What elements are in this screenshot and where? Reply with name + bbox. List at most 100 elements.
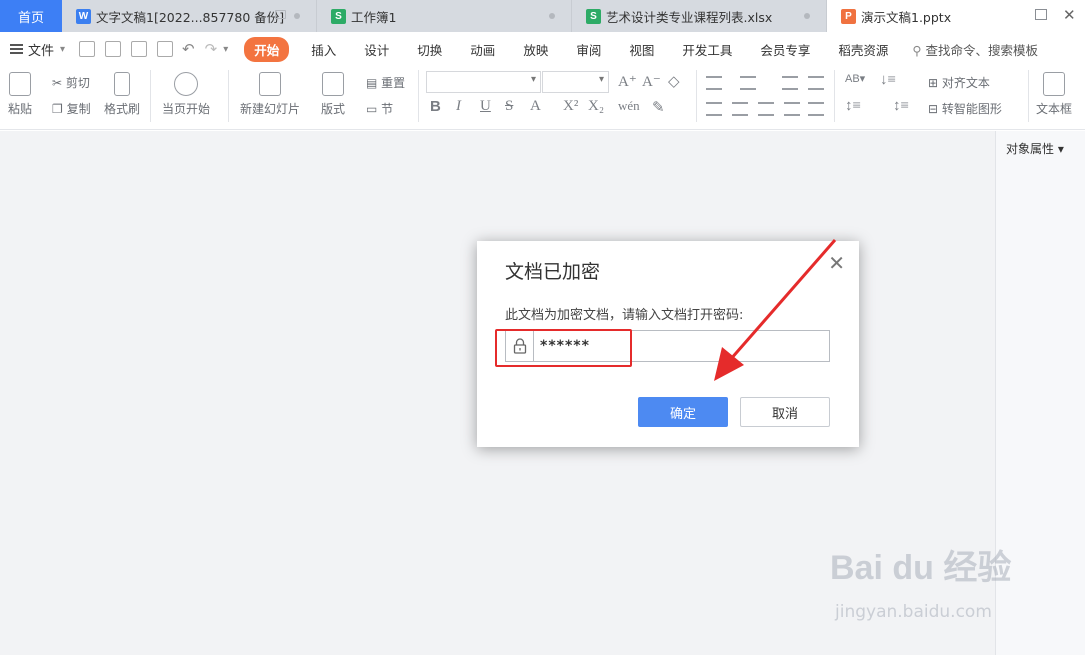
hamburger-icon — [10, 44, 23, 54]
menu-animation[interactable]: 动画 — [456, 40, 509, 59]
ribbon-divider — [150, 70, 151, 122]
play-icon — [174, 72, 198, 96]
menu-slideshow[interactable]: 放映 — [509, 40, 562, 59]
menu-design[interactable]: 设计 — [350, 40, 403, 59]
bullet-list-icon[interactable] — [706, 76, 722, 90]
file-menu[interactable]: 文件 ▾ — [0, 40, 65, 59]
ribbon-divider — [696, 70, 697, 122]
textbox-icon — [1043, 72, 1065, 96]
ribbon-divider — [228, 70, 229, 122]
textbox-button[interactable]: 文本框 — [1036, 72, 1072, 117]
align-text-icon: ⊞ — [928, 76, 939, 90]
preview-icon[interactable] — [157, 41, 174, 57]
clipboard-icon — [9, 72, 31, 96]
save-icon[interactable] — [79, 41, 96, 57]
tab-presentation[interactable]: P 演示文稿1.pptx ✕ — [827, 0, 1085, 32]
reset-label: 重置 — [381, 76, 406, 90]
copy-button[interactable]: ❐ 复制 — [52, 100, 91, 117]
align-center-icon[interactable] — [732, 102, 748, 116]
annotation-arrow — [714, 239, 837, 381]
align-text-button[interactable]: ⊞ 对齐文本 — [928, 74, 990, 91]
smart-shape-button[interactable]: ⊟ 转智能图形 — [928, 100, 1002, 117]
menu-developer[interactable]: 开发工具 — [668, 40, 746, 59]
bold-icon[interactable]: B — [430, 98, 441, 115]
tab-bar: 首页 W 文字文稿1[2022...857780 备份] S 工作簿1 S 艺术… — [0, 0, 1085, 32]
chevron-down-icon: ▾ — [60, 43, 66, 55]
play-from-current-button[interactable]: 当页开始 — [162, 72, 210, 117]
reset-button[interactable]: ▤ 重置 — [366, 74, 405, 91]
undo-icon[interactable]: ↶ — [182, 40, 195, 58]
command-search[interactable]: ⚲ 查找命令、搜索模板 — [912, 40, 1038, 59]
writer-file-icon: W — [76, 8, 91, 24]
tab-writer-doc-label: 文字文稿1[2022...857780 备份] — [96, 9, 285, 25]
font-size-select[interactable] — [542, 71, 609, 93]
menu-docer[interactable]: 稻壳资源 — [824, 40, 902, 59]
superscript-icon[interactable]: X² — [563, 98, 578, 115]
menu-insert[interactable]: 插入 — [297, 40, 350, 59]
export-icon[interactable] — [105, 41, 122, 57]
align-left-icon[interactable] — [706, 102, 722, 116]
underline-icon[interactable]: U — [480, 98, 491, 115]
ribbon-divider — [834, 70, 835, 122]
text-direction-icon[interactable]: AB▾ — [845, 72, 865, 85]
object-properties-label: 对象属性 — [1006, 142, 1055, 156]
menu-view[interactable]: 视图 — [615, 40, 668, 59]
paste-button[interactable]: 粘贴 — [8, 72, 32, 117]
cancel-button[interactable]: 取消 — [740, 397, 830, 427]
print-icon[interactable] — [131, 41, 148, 57]
justify-icon[interactable] — [784, 102, 800, 116]
paragraph-spacing-icon[interactable]: ↕≡ — [893, 98, 909, 115]
section-button[interactable]: ▭ 节 — [366, 100, 393, 117]
layout-button[interactable]: 版式 — [321, 72, 345, 117]
copy-label: 复制 — [66, 102, 91, 116]
customize-chevron-icon[interactable]: ▾ — [223, 44, 228, 55]
align-right-icon[interactable] — [758, 102, 774, 116]
restore-window-icon[interactable] — [1035, 9, 1047, 20]
close-tab-icon[interactable]: ✕ — [1063, 6, 1076, 24]
highlight-icon[interactable]: ✎ — [652, 98, 665, 117]
tab-xlsx-label: 艺术设计类专业课程列表.xlsx — [606, 9, 773, 25]
tab-home[interactable]: 首页 — [0, 0, 62, 32]
decrease-indent-icon[interactable] — [782, 76, 798, 90]
numbered-list-icon[interactable] — [740, 76, 756, 90]
ribbon-divider — [418, 70, 419, 122]
format-painter-button[interactable]: 格式刷 — [104, 72, 140, 117]
tab-xlsx[interactable]: S 艺术设计类专业课程列表.xlsx — [572, 0, 827, 32]
ribbon-toolbar: 粘贴 ✂ 剪切 ❐ 复制 格式刷 当页开始 新建幻灯片 版式 ▤ 重置 ▭ 节 … — [0, 66, 1085, 130]
decrease-font-icon[interactable]: A⁻ — [642, 72, 661, 91]
menu-start[interactable]: 开始 — [244, 36, 290, 62]
ribbon-divider — [1028, 70, 1029, 122]
section-label: 节 — [381, 102, 394, 116]
font-color-icon[interactable]: A — [530, 98, 541, 115]
object-properties-title[interactable]: 对象属性 ▾ — [1006, 140, 1064, 157]
ok-button[interactable]: 确定 — [638, 397, 728, 427]
distribute-icon[interactable] — [808, 102, 824, 116]
tab-workbook-label: 工作簿1 — [351, 9, 397, 25]
line-spacing-icon[interactable]: ↕≡ — [845, 98, 861, 115]
increase-font-icon[interactable]: A⁺ — [618, 72, 637, 91]
tab-close-dot[interactable] — [804, 13, 810, 19]
phonetic-icon[interactable]: wén — [618, 98, 640, 114]
menu-member[interactable]: 会员专享 — [746, 40, 824, 59]
sort-icon[interactable]: ↓≡ — [880, 72, 896, 89]
redo-icon[interactable]: ↷ — [205, 40, 218, 58]
strikethrough-icon[interactable]: S — [505, 98, 513, 115]
tab-presentation-label: 演示文稿1.pptx — [861, 9, 952, 25]
font-family-select[interactable] — [426, 71, 541, 93]
menu-bar: 文件 ▾ ↶ ↷ ▾ 开始 插入 设计 切换 动画 放映 审阅 视图 开发工具 … — [0, 32, 1085, 66]
italic-icon[interactable]: I — [456, 98, 461, 115]
tab-close-dot[interactable] — [294, 13, 300, 19]
menu-transition[interactable]: 切换 — [403, 40, 456, 59]
watermark-url: jingyan.baidu.com — [835, 602, 992, 622]
new-slide-button[interactable]: 新建幻灯片 — [240, 72, 300, 117]
menu-review[interactable]: 审阅 — [562, 40, 615, 59]
tab-workbook[interactable]: S 工作簿1 — [317, 0, 572, 32]
tab-close-dot[interactable] — [549, 13, 555, 19]
subscript-icon[interactable]: X₂ — [588, 98, 604, 115]
sheet-file-icon: S — [586, 8, 601, 24]
clear-format-icon[interactable]: ◇ — [668, 72, 680, 91]
increase-indent-icon[interactable] — [808, 76, 824, 90]
copy-icon: ❐ — [52, 102, 63, 116]
cut-button[interactable]: ✂ 剪切 — [52, 74, 90, 91]
tab-writer-doc[interactable]: W 文字文稿1[2022...857780 备份] — [62, 0, 317, 32]
